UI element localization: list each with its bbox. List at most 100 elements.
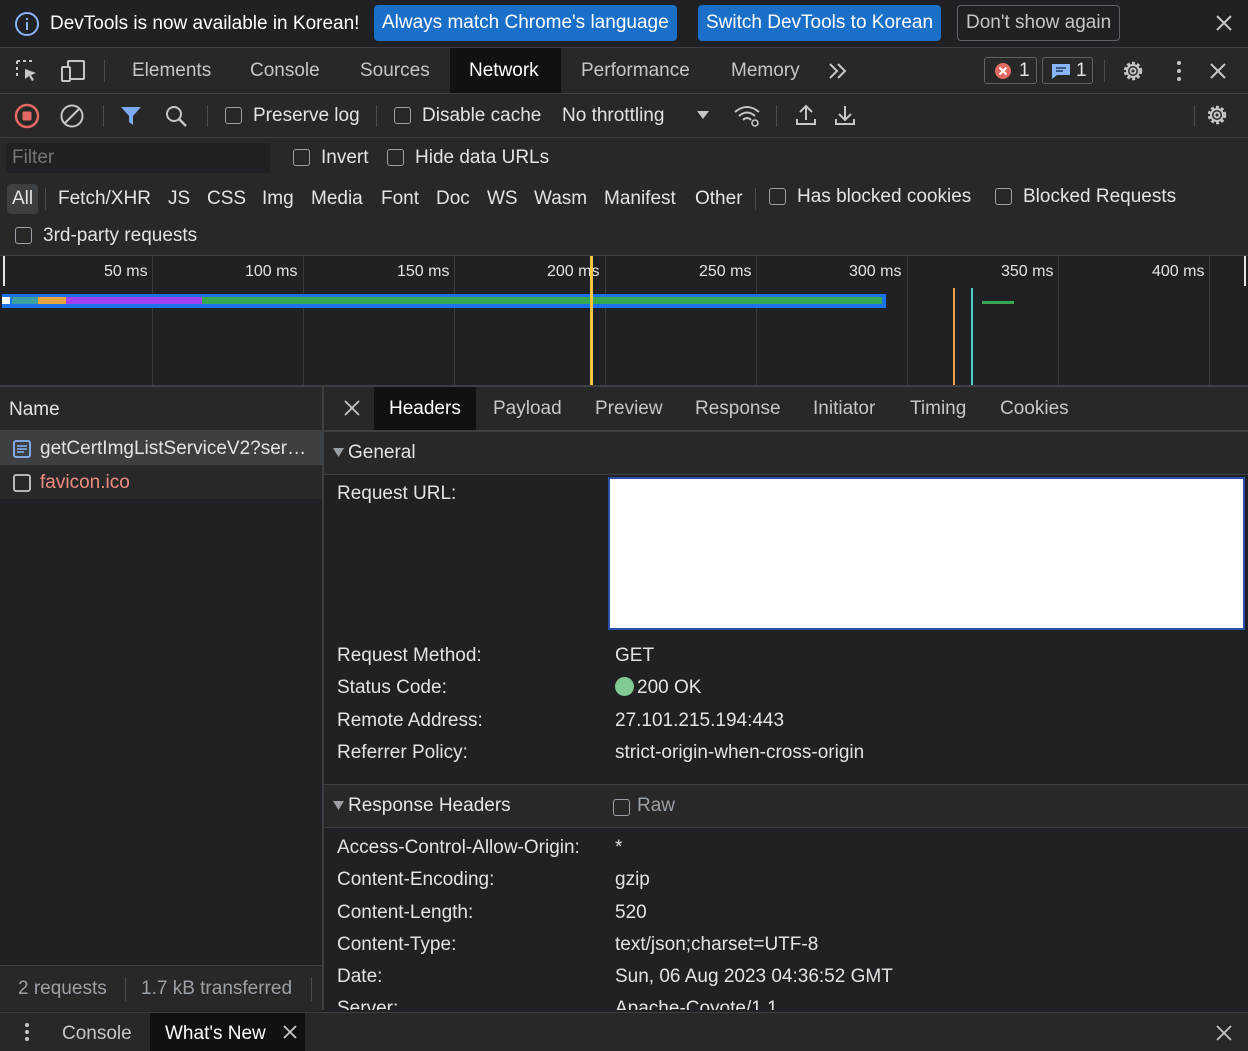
disable-cache-checkbox[interactable]: [394, 107, 411, 124]
request-row[interactable]: favicon.ico: [0, 465, 322, 499]
type-filter-manifest[interactable]: Manifest: [599, 184, 681, 214]
import-har-icon[interactable]: [794, 103, 818, 127]
has-blocked-cookies-checkbox[interactable]: [769, 188, 786, 205]
type-filter-ws[interactable]: WS: [482, 184, 523, 214]
export-har-icon[interactable]: [833, 103, 857, 127]
message-count: 1: [1076, 60, 1087, 81]
tab-sources[interactable]: Sources: [341, 48, 449, 93]
has-blocked-cookies-label: Has blocked cookies: [797, 186, 972, 207]
general-section-header[interactable]: General: [324, 431, 1248, 475]
type-filter-all[interactable]: All: [7, 184, 39, 214]
close-tab-icon[interactable]: [283, 1025, 297, 1039]
timeline-tick-label: 400 ms: [1152, 263, 1205, 280]
bottom-drawer: Console What's New: [0, 1012, 1248, 1051]
more-tabs-icon[interactable]: [827, 61, 849, 81]
header-value: text/json;charset=UTF-8: [615, 934, 819, 955]
timing-segment-ssl: [38, 297, 66, 304]
inspect-element-icon[interactable]: [15, 59, 39, 83]
tab-preview[interactable]: Preview: [580, 387, 678, 430]
hide-data-urls-label: Hide data URLs: [415, 147, 550, 168]
header-key: Access-Control-Allow-Origin:: [337, 837, 580, 858]
close-drawer-icon[interactable]: [1215, 1024, 1233, 1042]
header-key: Date:: [337, 966, 383, 987]
tab-console[interactable]: Console: [231, 48, 339, 93]
header-key: Server:: [337, 998, 399, 1010]
header-key: Content-Length:: [337, 902, 474, 923]
drawer-tab-whats-new[interactable]: What's New: [150, 1013, 305, 1051]
tab-memory[interactable]: Memory: [712, 48, 819, 93]
filter-input[interactable]: [6, 143, 270, 173]
third-party-requests-checkbox[interactable]: [15, 227, 32, 244]
tab-network[interactable]: Network: [450, 48, 561, 93]
request-method-value: GET: [615, 645, 655, 666]
header-value: Apache-Coyote/1.1: [615, 998, 778, 1010]
request-list-header[interactable]: Name: [0, 387, 322, 431]
request-name-error: favicon.ico: [40, 472, 130, 493]
toolbar-divider: [776, 105, 777, 127]
network-conditions-icon[interactable]: [733, 104, 761, 128]
request-method-key: Request Method:: [337, 645, 482, 666]
raw-headers-checkbox[interactable]: [613, 799, 630, 816]
always-match-language-button[interactable]: Always match Chrome's language: [374, 5, 677, 41]
chevron-down-icon[interactable]: [696, 110, 710, 120]
timing-segment-request: [66, 297, 202, 304]
type-filter-js[interactable]: JS: [163, 184, 195, 214]
close-devtools-icon[interactable]: [1208, 61, 1228, 81]
expand-triangle-icon: [333, 448, 344, 458]
invert-checkbox[interactable]: [293, 149, 310, 166]
timing-segment-connect: [12, 297, 38, 304]
timeline-gridline: [756, 256, 757, 385]
hide-data-urls-checkbox[interactable]: [387, 149, 404, 166]
tab-timing[interactable]: Timing: [895, 387, 981, 430]
drawer-menu-icon[interactable]: [22, 1022, 32, 1042]
tab-elements[interactable]: Elements: [113, 48, 230, 93]
language-infobar: DevTools is now available in Korean! Alw…: [0, 0, 1248, 48]
tab-payload[interactable]: Payload: [478, 387, 577, 430]
type-filter-fetch-xhr[interactable]: Fetch/XHR: [53, 184, 156, 214]
clear-icon[interactable]: [59, 103, 85, 129]
tab-performance[interactable]: Performance: [562, 48, 709, 93]
network-overview-timeline[interactable]: 50 ms 100 ms 150 ms 200 ms 250 ms 300 ms…: [0, 256, 1248, 387]
request-row-selected[interactable]: getCertImgListServiceV2?ser…: [0, 431, 322, 465]
tab-response[interactable]: Response: [680, 387, 796, 430]
dont-show-again-button[interactable]: Don't show again: [957, 5, 1121, 41]
type-filter-doc[interactable]: Doc: [431, 184, 475, 214]
timeline-right-handle[interactable]: [1244, 256, 1246, 286]
timeline-tick-label: 250 ms: [699, 263, 752, 280]
blocked-requests-checkbox[interactable]: [995, 188, 1012, 205]
type-filter-font[interactable]: Font: [376, 184, 424, 214]
close-detail-icon[interactable]: [343, 399, 361, 417]
toolbar-divider: [104, 60, 105, 82]
timeline-left-handle[interactable]: [3, 256, 5, 286]
close-infobar-icon[interactable]: [1214, 13, 1234, 33]
type-filter-media[interactable]: Media: [306, 184, 368, 214]
filter-funnel-icon[interactable]: [119, 104, 143, 128]
third-party-requests-label: 3rd-party requests: [43, 225, 198, 246]
drawer-tab-console[interactable]: Console: [62, 1023, 132, 1045]
tab-initiator[interactable]: Initiator: [798, 387, 890, 430]
type-filter-other[interactable]: Other: [690, 184, 748, 214]
record-stop-icon[interactable]: [14, 103, 40, 129]
network-settings-gear-icon[interactable]: [1205, 103, 1229, 127]
type-filter-wasm[interactable]: Wasm: [529, 184, 592, 214]
timeline-gridline: [907, 256, 908, 385]
type-filter-css[interactable]: CSS: [202, 184, 251, 214]
settings-gear-icon[interactable]: [1121, 59, 1145, 83]
type-filter-img[interactable]: Img: [257, 184, 299, 214]
raw-headers-label: Raw: [637, 795, 676, 816]
switch-to-korean-button[interactable]: Switch DevTools to Korean: [698, 5, 942, 41]
response-headers-section-header[interactable]: Response Headers Raw: [324, 784, 1248, 828]
request-timing-bar: [2, 294, 886, 308]
invert-label: Invert: [321, 147, 369, 168]
error-count: 1: [1019, 60, 1030, 81]
tab-headers[interactable]: Headers: [374, 387, 476, 430]
timeline-gridline: [1209, 256, 1210, 385]
search-icon[interactable]: [164, 104, 188, 128]
device-toolbar-icon[interactable]: [60, 59, 86, 83]
preserve-log-checkbox[interactable]: [225, 107, 242, 124]
message-count-badge[interactable]: 1: [1042, 57, 1093, 84]
throttling-select[interactable]: No throttling: [562, 105, 664, 127]
more-options-icon[interactable]: [1170, 59, 1188, 83]
tab-cookies[interactable]: Cookies: [985, 387, 1084, 430]
error-count-badge[interactable]: 1: [984, 57, 1037, 84]
